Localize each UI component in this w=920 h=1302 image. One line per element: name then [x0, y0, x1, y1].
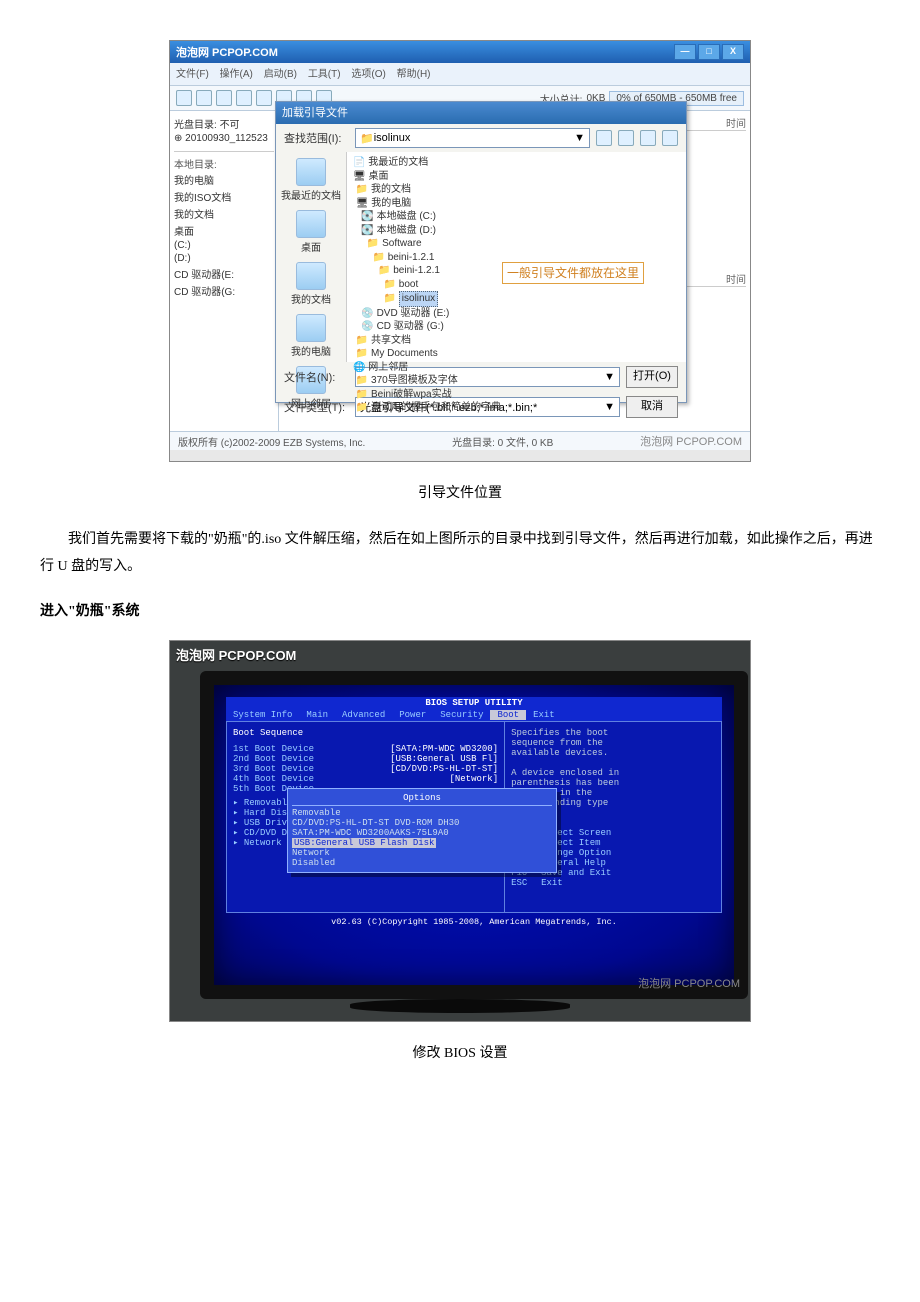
- tree-item[interactable]: 我的ISO文档: [174, 188, 274, 205]
- menu-tools[interactable]: 工具(T): [308, 69, 341, 80]
- bios-title: BIOS SETUP UTILITY: [226, 697, 722, 709]
- disk-dir-value: 不可: [220, 120, 240, 131]
- tree-item[interactable]: 我的文档: [174, 205, 274, 222]
- local-dir-label: 本地目录:: [174, 151, 274, 171]
- boot-row[interactable]: 2nd Boot Device[USB:General USB Fl]: [233, 754, 498, 764]
- bios-screen: BIOS SETUP UTILITY System Info Main Adva…: [226, 697, 722, 973]
- popup-option-selected[interactable]: USB:General USB Flash Disk: [292, 838, 552, 848]
- dialog-title: 加载引导文件: [276, 102, 686, 124]
- menu-action[interactable]: 操作(A): [220, 69, 253, 80]
- maximize-icon[interactable]: □: [698, 44, 720, 60]
- window-buttons: — □ X: [674, 44, 744, 60]
- lookin-dropdown[interactable]: 📁 isolinux▼: [355, 128, 590, 148]
- tab-exit[interactable]: Exit: [526, 710, 562, 720]
- tab-boot[interactable]: Boot: [490, 710, 526, 720]
- menu-options[interactable]: 选项(O): [351, 69, 385, 80]
- boot-row[interactable]: 3rd Boot Device[CD/DVD:PS-HL-DT-ST]: [233, 764, 498, 774]
- tab-main[interactable]: Main: [299, 710, 335, 720]
- filename-label: 文件名(N):: [284, 369, 349, 385]
- popup-option[interactable]: CD/DVD:PS-HL-DT-ST DVD-ROM DH30: [292, 818, 552, 828]
- place-recent[interactable]: 我最近的文档: [281, 158, 341, 202]
- window-titlebar: 泡泡网 PCPOP.COM — □ X: [170, 41, 750, 63]
- statusbar-right: 光盘目录: 0 文件, 0 KB: [452, 434, 553, 449]
- help-line: sequence from the: [511, 738, 715, 748]
- boot-row[interactable]: 4th Boot Device[Network]: [233, 774, 498, 784]
- tree-item[interactable]: 桌面: [174, 222, 274, 239]
- disk-dir-label: 光盘目录:: [174, 120, 217, 131]
- back-icon[interactable]: [596, 130, 612, 146]
- body-paragraph: 我们首先需要将下载的"奶瓶"的.iso 文件解压缩，然后在如上图所示的目录中找到…: [40, 527, 880, 580]
- popup-option[interactable]: SATA:PM-WDC WD3200AAKS-75L9A0: [292, 828, 552, 838]
- newfolder-icon[interactable]: [640, 130, 656, 146]
- popup-option[interactable]: Network: [292, 848, 552, 858]
- boot-sequence-header: Boot Sequence: [233, 728, 498, 738]
- monitor-stand: [410, 985, 510, 999]
- tab-power[interactable]: Power: [392, 710, 433, 720]
- watermark-title: 泡泡网 PCPOP.COM: [176, 645, 296, 664]
- menu-boot[interactable]: 启动(B): [264, 69, 297, 80]
- statusbar: 版权所有 (c)2002-2009 EZB Systems, Inc. 光盘目录…: [170, 431, 750, 450]
- tree-item[interactable]: 我的电脑: [174, 171, 274, 188]
- save-icon[interactable]: [216, 90, 232, 106]
- filetype-label: 文件类型(T):: [284, 399, 349, 415]
- copyright-text: 版权所有 (c)2002-2009 EZB Systems, Inc.: [178, 434, 365, 449]
- tool-icon[interactable]: [236, 90, 252, 106]
- tab-advanced[interactable]: Advanced: [335, 710, 392, 720]
- lookin-label: 查找范围(I):: [284, 130, 349, 146]
- help-key: ESCExit: [511, 878, 715, 888]
- left-panel: 光盘目录: 不可 ⊕ 20100930_112523 本地目录: 我的电脑 我的…: [170, 111, 279, 431]
- new-icon[interactable]: [176, 90, 192, 106]
- menubar: 文件(F) 操作(A) 启动(B) 工具(T) 选项(O) 帮助(H): [170, 63, 750, 86]
- places-bar: 我最近的文档 桌面 我的文档 我的电脑 网上邻居: [276, 152, 347, 362]
- popup-option[interactable]: Removable: [292, 808, 552, 818]
- watermark-br: 泡泡网 PCPOP.COM: [640, 433, 742, 449]
- screenshot-file-dialog: 泡泡网 PCPOP.COM — □ X 文件(F) 操作(A) 启动(B) 工具…: [169, 40, 751, 462]
- selected-folder: isolinux: [399, 291, 438, 307]
- help-line: Specifies the boot: [511, 728, 715, 738]
- help-line: A device enclosed in: [511, 768, 715, 778]
- tree-item[interactable]: CD 驱动器(E:: [174, 265, 274, 282]
- annotation-callout: 一般引导文件都放在这里: [502, 262, 644, 284]
- tab-system-info[interactable]: System Info: [226, 710, 299, 720]
- tree-item[interactable]: (C:): [174, 239, 274, 252]
- tree-item[interactable]: (D:): [174, 252, 274, 265]
- folder-tree[interactable]: 📄 我最近的文档 🖥 桌面 📁 我的文档 🖥 我的电脑 💽 本地磁盘 (C:) …: [347, 152, 686, 362]
- open-file-dialog: 加载引导文件 查找范围(I): 📁 isolinux▼ 我最近的文档 桌面 我的…: [275, 101, 687, 403]
- help-line: parenthesis has been: [511, 778, 715, 788]
- open-icon[interactable]: [196, 90, 212, 106]
- caption-1: 引导文件位置: [40, 482, 880, 502]
- tab-security[interactable]: Security: [433, 710, 490, 720]
- help-line: available devices.: [511, 748, 715, 758]
- caption-2: 修改 BIOS 设置: [40, 1042, 880, 1062]
- menu-help[interactable]: 帮助(H): [397, 69, 431, 80]
- place-documents[interactable]: 我的文档: [291, 262, 331, 306]
- view-icon[interactable]: [662, 130, 678, 146]
- bios-left-pane: Boot Sequence 1st Boot Device[SATA:PM-WD…: [227, 722, 505, 912]
- watermark-br: 泡泡网 PCPOP.COM: [638, 975, 740, 991]
- place-desktop[interactable]: 桌面: [296, 210, 326, 254]
- up-icon[interactable]: [618, 130, 634, 146]
- boot-row[interactable]: 1st Boot Device[SATA:PM-WDC WD3200]: [233, 744, 498, 754]
- watermark-title: 泡泡网 PCPOP.COM: [176, 44, 278, 60]
- screenshot-bios: 泡泡网 PCPOP.COM BIOS SETUP UTILITY System …: [169, 640, 751, 1022]
- tree-item[interactable]: CD 驱动器(G:: [174, 282, 274, 299]
- popup-title: Options: [292, 793, 552, 806]
- monitor-bezel: BIOS SETUP UTILITY System Info Main Adva…: [200, 671, 748, 999]
- options-popup: Options Removable CD/DVD:PS-HL-DT-ST DVD…: [287, 788, 557, 873]
- menu-file[interactable]: 文件(F): [176, 69, 209, 80]
- tool-icon[interactable]: [256, 90, 272, 106]
- close-icon[interactable]: X: [722, 44, 744, 60]
- popup-option[interactable]: Disabled: [292, 858, 552, 868]
- bios-tabs: System Info Main Advanced Power Security…: [226, 709, 722, 721]
- section-heading: 进入"奶瓶"系统: [40, 600, 880, 620]
- place-computer[interactable]: 我的电脑: [291, 314, 331, 358]
- tree-item[interactable]: ⊕ 20100930_112523: [174, 132, 274, 145]
- minimize-icon[interactable]: —: [674, 44, 696, 60]
- bios-footer: v02.63 (C)Copyright 1985-2008, American …: [226, 917, 722, 927]
